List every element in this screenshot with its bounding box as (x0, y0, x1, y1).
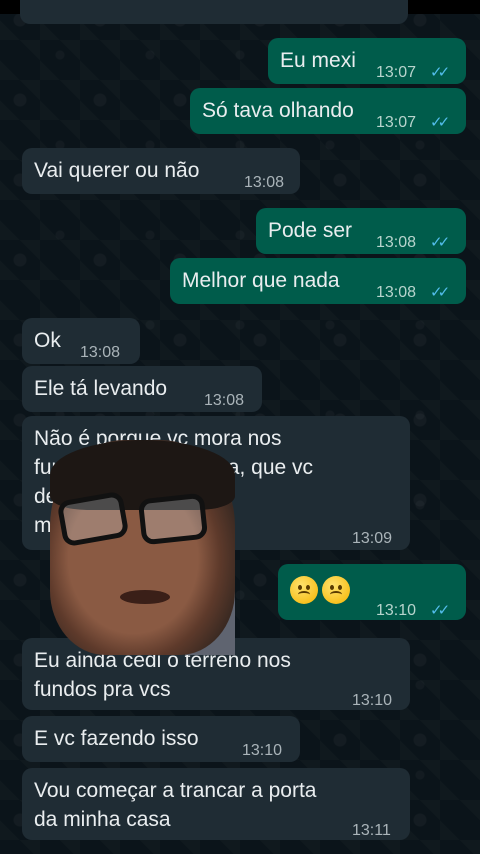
message-text: Melhor que nada (182, 269, 340, 292)
message-bubble-incoming[interactable]: Vou começar a trancar a porta da minha c… (22, 768, 410, 840)
message-time: 13:07 (376, 114, 417, 131)
message-time: 13:08 (80, 344, 121, 361)
message-time: 13:08 (244, 174, 285, 191)
read-receipt-icon: ✓✓ (430, 284, 450, 301)
message-bubble-outgoing[interactable]: Eu mexi 13:07 ✓✓ (268, 38, 466, 84)
confused-face-icon (322, 576, 350, 604)
message-time: 13:10 (352, 692, 393, 709)
message-bubble-incoming[interactable]: Vai querer ou não 13:08 (22, 148, 300, 194)
message-text: Só tava olhando (202, 99, 354, 122)
message-text: Eu mexi (280, 49, 356, 72)
glasses-lens-left (56, 490, 130, 548)
message-time: 13:09 (352, 530, 393, 547)
message-bubble-outgoing[interactable]: Pode ser 13:08 ✓✓ (256, 208, 466, 254)
message-text: Vai querer ou não (34, 159, 200, 182)
message-text: Pode ser (268, 219, 353, 242)
mouth-shape (120, 590, 170, 604)
message-bubble-outgoing[interactable]: Melhor que nada 13:08 ✓✓ (170, 258, 466, 304)
message-time: 13:10 (242, 742, 283, 759)
message-text: Ele tá levando (34, 377, 168, 400)
read-receipt-icon: ✓✓ (430, 114, 450, 131)
message-time: 13:08 (376, 234, 417, 251)
message-bubble-partial[interactable] (20, 0, 408, 24)
read-receipt-icon: ✓✓ (430, 602, 450, 619)
message-bubble-incoming[interactable]: E vc fazendo isso 13:10 (22, 716, 300, 762)
message-text: Eu ainda cedi o terreno nos fundos pra v… (34, 649, 291, 701)
message-bubble-outgoing[interactable]: Só tava olhando 13:07 ✓✓ (190, 88, 466, 134)
message-time: 13:10 (376, 602, 417, 619)
message-bubble-outgoing[interactable]: 13:10 ✓✓ (278, 564, 466, 620)
message-time: 13:08 (204, 392, 245, 409)
message-text: Ok (34, 329, 61, 352)
reaction-video-overlay (50, 440, 235, 655)
confused-face-icon (290, 576, 318, 604)
message-time: 13:08 (376, 284, 417, 301)
message-text: E vc fazendo isso (34, 727, 199, 750)
glasses-lens-right (137, 492, 209, 546)
message-time: 13:07 (376, 64, 417, 81)
message-text: Vou começar a trancar a porta da minha c… (34, 779, 317, 831)
message-time: 13:11 (352, 822, 391, 839)
message-bubble-incoming[interactable]: Ok 13:08 (22, 318, 140, 364)
read-receipt-icon: ✓✓ (430, 64, 450, 81)
read-receipt-icon: ✓✓ (430, 234, 450, 251)
message-bubble-incoming[interactable]: Ele tá levando 13:08 (22, 366, 262, 412)
